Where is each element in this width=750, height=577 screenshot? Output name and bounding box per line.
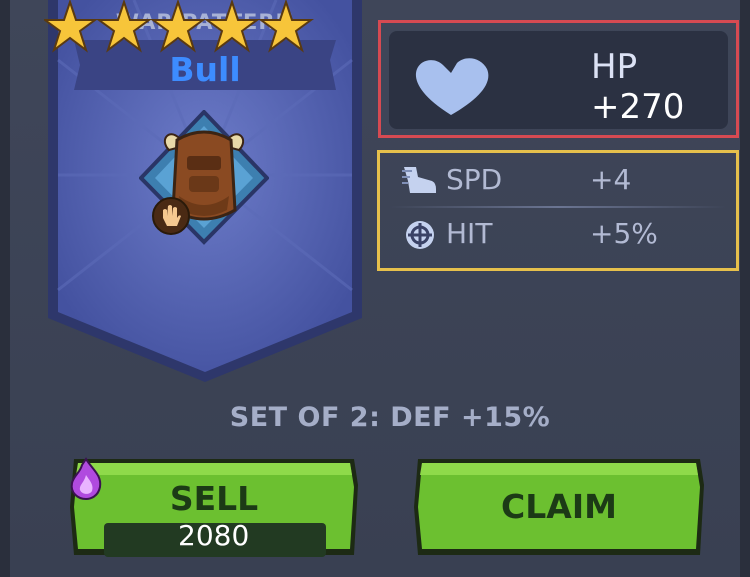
star-icon <box>149 0 207 53</box>
boot-icon <box>402 167 436 193</box>
war-pattern-banner: WAR PATTERN Bull <box>44 0 366 385</box>
sell-button-label: SELL <box>169 479 259 518</box>
main-stat-value: +270 <box>591 87 685 127</box>
main-stat-inner: HP +270 <box>389 31 728 129</box>
sub-stat-row: HIT +5% <box>380 209 736 261</box>
star-icon <box>95 0 153 53</box>
star-icon <box>44 0 99 53</box>
star-icon <box>203 0 261 53</box>
sub-stats-panel: SPD +4 HIT +5% <box>377 150 739 271</box>
sell-button[interactable]: SELL 2080 <box>68 457 360 559</box>
sub-stat-label: SPD <box>446 163 503 196</box>
star-icon <box>257 0 314 53</box>
claim-button-label: CLAIM <box>501 487 617 526</box>
divider <box>390 206 726 208</box>
sub-stat-label: HIT <box>446 217 493 250</box>
sub-stat-row: SPD +4 <box>380 155 736 208</box>
claim-button[interactable]: CLAIM <box>412 457 706 559</box>
star-rating <box>44 0 314 53</box>
sub-stat-value: +5% <box>590 217 658 250</box>
heart-icon <box>415 58 489 115</box>
set-bonus-text: SET OF 2: DEF +15% <box>229 402 551 433</box>
crosshair-icon <box>406 221 434 249</box>
main-stat-panel: HP +270 <box>378 20 739 138</box>
purple-flame-gem-icon <box>70 457 102 501</box>
frame-right-edge <box>740 0 750 577</box>
hand-icon <box>152 197 190 235</box>
main-stat-label: HP <box>591 47 638 87</box>
frame-left-edge <box>0 0 10 577</box>
sub-stat-value: +4 <box>590 163 632 196</box>
sell-price: 2080 <box>178 519 250 552</box>
